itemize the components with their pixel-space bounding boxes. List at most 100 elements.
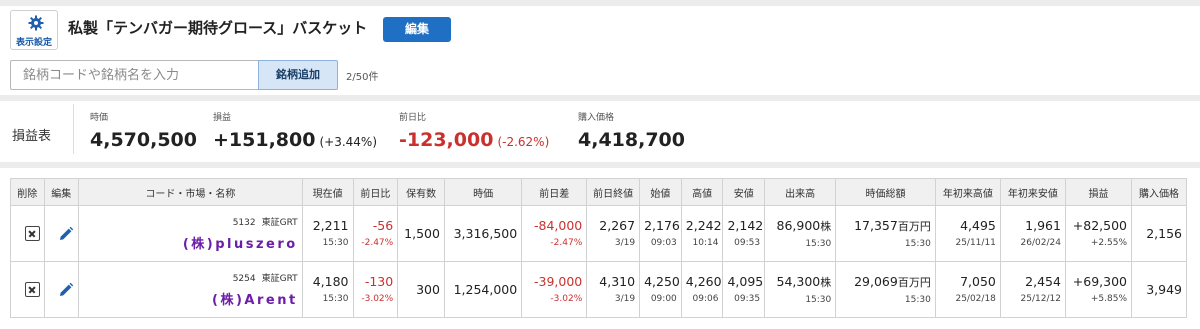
volume: 54,300 xyxy=(776,273,821,289)
table-header-row: 削除 編集 コード・市場・名称 現在値 前日比 保有数 時価 前日差 前日終値 … xyxy=(10,178,1187,206)
high-price: 4,260 xyxy=(685,274,722,289)
column-header[interactable]: 前日差 xyxy=(521,178,588,206)
divider xyxy=(0,162,1200,168)
market-cap: 29,069 xyxy=(854,273,898,289)
stock-market: 東証GRT xyxy=(261,218,298,228)
divider xyxy=(0,95,1200,101)
column-header[interactable]: 前日比 xyxy=(352,178,399,206)
day-change-caption: 前日比 xyxy=(399,113,427,123)
market-value-caption: 時価 xyxy=(90,113,109,123)
column-header[interactable]: 購入価格 xyxy=(1131,178,1187,206)
column-header[interactable]: 年初来安値 xyxy=(999,178,1066,206)
open-time: 09:00 xyxy=(650,294,677,304)
delete-box-icon[interactable] xyxy=(24,226,40,241)
stock-name-link[interactable]: (株)Arent xyxy=(83,289,298,308)
profit-loss: +82,500 xyxy=(1072,218,1127,233)
column-header[interactable]: 始値 xyxy=(639,178,682,206)
profit-loss: +69,300 xyxy=(1072,274,1127,289)
volume-unit: 株 xyxy=(820,219,832,233)
current-price: 2,211 xyxy=(312,218,349,233)
page-title: 私製「テンバガー期待グロース」バスケット xyxy=(68,19,368,37)
column-header[interactable]: 高値 xyxy=(680,178,724,206)
display-settings-button[interactable]: 表示設定 xyxy=(10,10,58,50)
pnl-label: 損益表 xyxy=(12,129,52,144)
ytd-high-date: 25/11/11 xyxy=(955,238,996,248)
column-header[interactable]: 損益 xyxy=(1064,178,1133,206)
stock-count: 2/50件 xyxy=(346,72,379,83)
column-header[interactable]: 時価 xyxy=(443,178,523,206)
stock-market: 東証GRT xyxy=(261,274,298,284)
pencil-icon[interactable] xyxy=(58,226,74,242)
stock-name-link[interactable]: (株)pluszero xyxy=(83,233,298,252)
high-price: 2,242 xyxy=(685,218,722,233)
delete-box-icon[interactable] xyxy=(24,282,40,297)
add-stock-button[interactable]: 銘柄追加 xyxy=(258,60,338,90)
current-price: 4,180 xyxy=(312,274,349,289)
market-cap-unit: 百万円 xyxy=(897,219,931,233)
cost-value: 4,418,700 xyxy=(578,129,685,151)
prev-close: 4,310 xyxy=(599,274,636,289)
pencil-icon[interactable] xyxy=(58,282,74,298)
day-diff-pct: -2.47% xyxy=(550,238,583,248)
pnl-separator xyxy=(73,104,74,154)
volume-unit: 株 xyxy=(820,275,832,289)
table-row: 5132 東証GRT (株)pluszero 2,211 15:30 -56 -2.4… xyxy=(10,205,1187,262)
column-header: 削除 xyxy=(10,178,45,206)
column-header[interactable]: 現在値 xyxy=(301,178,354,206)
delete-cell xyxy=(10,205,45,262)
low-time: 09:53 xyxy=(734,238,761,248)
profit-value: +151,800 xyxy=(213,129,316,151)
stock-code: 5132 xyxy=(232,218,256,228)
day-change-pct: (-2.62%) xyxy=(497,135,550,149)
search-input[interactable] xyxy=(10,60,258,90)
market-value-metric: 時価 4,570,500 xyxy=(90,110,197,151)
prev-close: 2,267 xyxy=(599,218,636,233)
edit-button[interactable]: 編集 xyxy=(383,17,451,42)
market-value-cell: 3,316,500 xyxy=(453,225,518,241)
profit-loss-pct: +2.55% xyxy=(1090,238,1127,248)
day-change-value: -123,000 xyxy=(399,129,494,151)
price-change: -56 xyxy=(372,218,394,233)
stock-code: 5254 xyxy=(232,274,256,284)
top-bar xyxy=(0,0,1200,6)
open-time: 09:03 xyxy=(650,238,677,248)
prev-close-date: 3/19 xyxy=(614,238,636,248)
column-header: 編集 xyxy=(43,178,80,206)
stock-name-cell: 5254 東証GRT (株)Arent xyxy=(78,261,303,318)
prev-close-date: 3/19 xyxy=(614,294,636,304)
volume: 86,900 xyxy=(776,217,821,233)
column-header[interactable]: 年初来高値 xyxy=(934,178,1001,206)
market-cap-unit: 百万円 xyxy=(897,275,931,289)
ytd-low: 2,454 xyxy=(1025,274,1061,289)
column-header: コード・市場・名称 xyxy=(78,178,303,206)
column-header[interactable]: 前日終値 xyxy=(586,178,641,206)
profit-loss-pct: +5.85% xyxy=(1090,294,1127,304)
column-header[interactable]: 出来高 xyxy=(764,178,837,206)
holding-qty: 300 xyxy=(416,281,440,297)
column-header[interactable]: 保有数 xyxy=(397,178,445,206)
ytd-low-date: 25/12/12 xyxy=(1020,294,1061,304)
day-diff-pct: -3.02% xyxy=(550,294,583,304)
stock-name-cell: 5132 東証GRT (株)pluszero xyxy=(78,205,303,262)
low-time: 09:35 xyxy=(734,294,761,304)
profit-caption: 損益 xyxy=(213,113,232,123)
column-header[interactable]: 時価総額 xyxy=(835,178,936,206)
high-time: 09:06 xyxy=(692,294,719,304)
ytd-high: 7,050 xyxy=(960,274,996,289)
cost-metric: 購入価格 4,418,700 xyxy=(578,110,685,151)
column-header[interactable]: 安値 xyxy=(722,178,766,206)
profit-pct: (+3.44%) xyxy=(319,135,378,149)
edit-cell xyxy=(43,261,80,318)
volume-time: 15:30 xyxy=(805,238,832,249)
price-change-pct: -3.02% xyxy=(361,294,394,304)
ytd-high: 4,495 xyxy=(960,218,996,233)
day-diff: -39,000 xyxy=(534,274,583,289)
day-change-metric: 前日比 -123,000 (-2.62%) xyxy=(399,110,549,151)
market-cap: 17,357 xyxy=(854,217,898,233)
day-diff: -84,000 xyxy=(534,218,583,233)
price-change: -130 xyxy=(364,274,394,289)
ytd-low: 1,961 xyxy=(1025,218,1061,233)
cost-caption: 購入価格 xyxy=(578,113,615,123)
open-price: 2,176 xyxy=(644,218,680,233)
market-cap-time: 15:30 xyxy=(904,238,931,249)
